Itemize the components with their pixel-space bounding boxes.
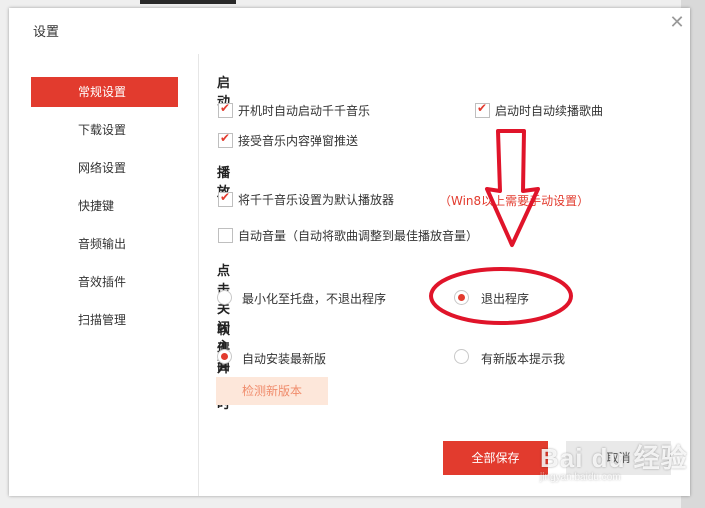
- background-topbar: [140, 0, 236, 4]
- accept-push-label: 接受音乐内容弹窗推送: [238, 134, 359, 148]
- default-player-checkbox[interactable]: [218, 190, 233, 207]
- win8-note: （Win8以上需要手动设置）: [439, 194, 590, 208]
- settings-dialog: 设置 ✕ 常规设置 下载设置 网络设置 快捷键 音频输出 音效插件 扫描管理 启…: [9, 8, 690, 496]
- auto-install-radio[interactable]: [217, 349, 232, 364]
- exit-label: 退出程序: [481, 292, 530, 306]
- notify-label: 有新版本提示我: [481, 352, 566, 366]
- autostart-checkbox[interactable]: [218, 101, 233, 118]
- sidebar-item-network[interactable]: 网络设置: [31, 153, 178, 183]
- exit-radio[interactable]: [454, 290, 469, 305]
- close-icon[interactable]: ✕: [662, 10, 692, 36]
- sidebar-item-sound-plugins[interactable]: 音效插件: [31, 267, 178, 297]
- sidebar-item-scan-management[interactable]: 扫描管理: [31, 305, 178, 335]
- sidebar-item-general[interactable]: 常规设置: [31, 77, 178, 107]
- minimize-label: 最小化至托盘，不退出程序: [242, 292, 387, 306]
- resume-play-checkbox[interactable]: [475, 101, 490, 118]
- save-all-button[interactable]: 全部保存: [443, 441, 548, 475]
- accept-push-checkbox[interactable]: [218, 131, 233, 148]
- sidebar-item-audio-output[interactable]: 音频输出: [31, 229, 178, 259]
- sidebar-item-download[interactable]: 下载设置: [31, 115, 178, 145]
- notify-radio[interactable]: [454, 349, 469, 364]
- dialog-title: 设置: [33, 25, 60, 40]
- resume-play-label: 启动时自动续播歌曲: [495, 104, 604, 118]
- cancel-button[interactable]: 取消: [566, 441, 671, 475]
- minimize-radio[interactable]: [217, 290, 232, 305]
- default-player-label: 将千千音乐设置为默认播放器: [238, 193, 395, 207]
- sidebar-item-shortcuts[interactable]: 快捷键: [31, 191, 178, 221]
- auto-volume-label: 自动音量（自动将歌曲调整到最佳播放音量）: [238, 229, 479, 243]
- autostart-label: 开机时自动启动千千音乐: [238, 104, 371, 118]
- auto-volume-checkbox[interactable]: [218, 228, 233, 243]
- check-update-button[interactable]: 检测新版本: [216, 377, 328, 405]
- settings-sidebar: 常规设置 下载设置 网络设置 快捷键 音频输出 音效插件 扫描管理: [9, 54, 199, 496]
- auto-install-label: 自动安装最新版: [242, 352, 327, 366]
